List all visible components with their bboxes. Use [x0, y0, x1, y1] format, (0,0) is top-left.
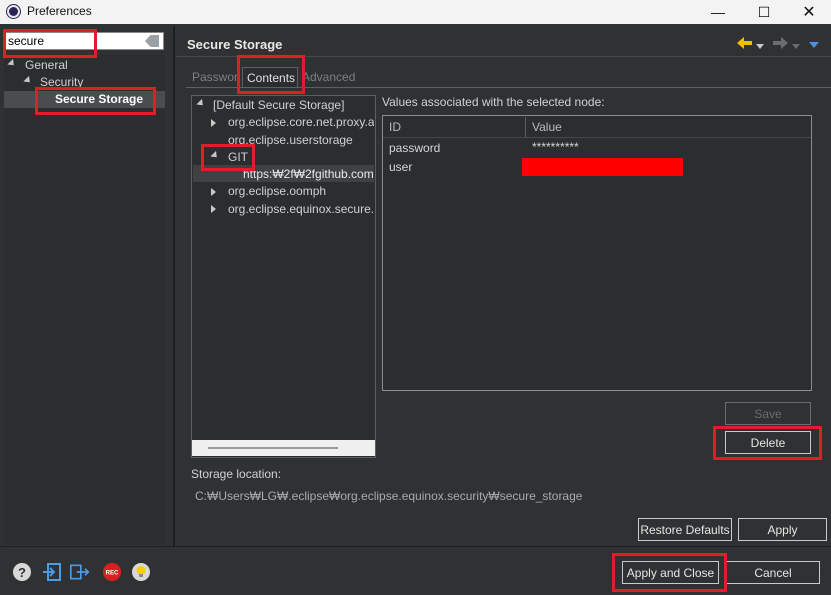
column-header-id[interactable]: ID — [389, 120, 401, 134]
restore-defaults-button[interactable]: Restore Defaults — [638, 518, 732, 541]
view-menu-icon[interactable] — [809, 38, 819, 48]
maximize-icon[interactable]: ☐ — [741, 0, 787, 24]
tree-item-secure-storage[interactable]: Secure Storage — [55, 92, 143, 106]
record-icon-text: REC — [106, 571, 119, 577]
import-icon[interactable] — [42, 562, 62, 582]
tree-item-userstorage[interactable]: org.eclipse.userstorage — [228, 133, 353, 147]
collapsed-arrow-icon[interactable] — [211, 119, 216, 127]
table-header — [383, 116, 811, 138]
back-dropdown-icon[interactable] — [756, 39, 764, 49]
redacted-value — [522, 158, 683, 176]
storage-location-path: C:₩Users₩LG₩.eclipse₩org.eclipse.equinox… — [195, 489, 583, 503]
tree-item-equinox-secure[interactable]: org.eclipse.equinox.secure.st — [228, 202, 374, 216]
tree-item-github-url[interactable]: https:₩2f₩2fgithub.com: — [243, 167, 374, 181]
collapsed-arrow-icon[interactable] — [211, 205, 216, 213]
panel-divider[interactable] — [173, 26, 175, 546]
tree-item-proxy[interactable]: org.eclipse.core.net.proxy.au — [228, 115, 374, 129]
tab-underline — [186, 87, 831, 88]
values-table — [382, 115, 812, 391]
page-title: Secure Storage — [187, 37, 283, 52]
back-arrow-icon[interactable] — [735, 33, 755, 53]
tab-advanced[interactable]: Advanced — [298, 67, 358, 88]
tree-item-security[interactable]: Security — [40, 75, 83, 89]
tab-password[interactable]: Password — [188, 67, 238, 88]
restore-defaults-label: Restore Defaults — [640, 522, 730, 537]
scrollbar-thumb[interactable] — [208, 447, 338, 449]
filter-input[interactable]: secure — [4, 32, 164, 50]
lightbulb-icon[interactable] — [131, 562, 151, 582]
tree-item-default-secure-storage[interactable]: [Default Secure Storage] — [213, 98, 344, 112]
header-separator — [176, 56, 831, 57]
apply-and-close-button[interactable]: Apply and Close — [622, 561, 719, 584]
cancel-button[interactable]: Cancel — [726, 561, 820, 584]
forward-arrow-icon[interactable] — [770, 33, 790, 53]
values-label: Values associated with the selected node… — [382, 95, 605, 109]
window-title: Preferences — [27, 4, 92, 18]
apply-and-close-label: Apply and Close — [626, 565, 715, 580]
svg-text:?: ? — [18, 565, 26, 580]
eclipse-logo-icon — [7, 5, 20, 18]
cancel-button-label: Cancel — [754, 565, 792, 580]
export-icon[interactable] — [70, 562, 90, 582]
title-bar: Preferences — ☐ ✕ — [0, 0, 831, 24]
apply-button[interactable]: Apply — [738, 518, 827, 541]
secure-storage-tree — [191, 95, 376, 458]
forward-dropdown-icon[interactable] — [792, 39, 800, 49]
collapsed-arrow-icon[interactable] — [211, 188, 216, 196]
tree-item-oomph[interactable]: org.eclipse.oomph — [228, 184, 326, 198]
help-icon[interactable]: ? — [12, 562, 32, 582]
apply-button-label: Apply — [767, 522, 798, 537]
minimize-icon[interactable]: — — [695, 0, 741, 24]
table-cell-value[interactable]: ********** — [532, 140, 579, 154]
tree-item-git[interactable]: GIT — [228, 150, 248, 164]
close-icon[interactable]: ✕ — [786, 0, 831, 24]
table-cell-id[interactable]: user — [389, 160, 412, 174]
record-icon[interactable]: REC — [102, 562, 122, 582]
preference-tree — [4, 55, 165, 545]
column-separator[interactable] — [525, 117, 526, 137]
tab-contents[interactable]: Contents — [242, 67, 298, 88]
table-cell-id[interactable]: password — [389, 141, 440, 155]
storage-location-label: Storage location: — [191, 467, 282, 481]
save-button-label: Save — [754, 406, 782, 421]
tree-item-general[interactable]: General — [25, 58, 68, 72]
delete-button[interactable]: Delete — [725, 431, 811, 454]
delete-button-label: Delete — [750, 435, 786, 450]
column-header-value[interactable]: Value — [532, 120, 562, 134]
save-button[interactable]: Save — [725, 402, 811, 425]
